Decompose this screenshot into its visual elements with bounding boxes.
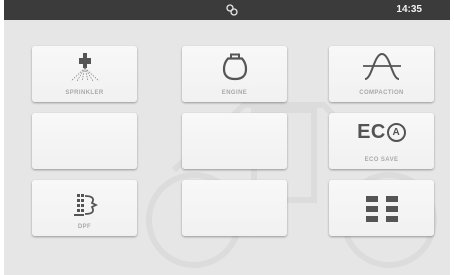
dpf-filter-icon [73, 194, 98, 216]
sprinkler-label: SPRINKLER [65, 90, 104, 96]
steering-link-icon [226, 4, 238, 16]
dpf-label: DPF [77, 224, 92, 230]
eco-logo: EC A [329, 121, 434, 144]
screen: 14:35 SPRINKLER ENGINE COMPACTION EC A E… [4, 0, 450, 275]
engine-button[interactable]: ENGINE [182, 46, 287, 102]
empty-slot-2[interactable] [182, 113, 287, 169]
eco-save-button[interactable]: EC A ECO SAVE [329, 113, 434, 169]
menu-button[interactable] [329, 180, 434, 236]
dpf-button[interactable]: DPF [32, 180, 137, 236]
compaction-button[interactable]: COMPACTION [329, 46, 434, 102]
grid-menu-icon [365, 196, 398, 222]
sprinkler-button[interactable]: SPRINKLER [32, 46, 137, 102]
eco-save-label: ECO SAVE [364, 157, 399, 163]
status-bar: 14:35 [4, 0, 450, 20]
clock: 14:35 [396, 4, 422, 15]
empty-slot-1[interactable] [32, 113, 137, 169]
compaction-label: COMPACTION [359, 90, 404, 96]
empty-slot-3[interactable] [182, 180, 287, 236]
sprinkler-icon [70, 53, 99, 82]
engine-label: ENGINE [221, 90, 248, 96]
compaction-wave-icon [362, 52, 401, 80]
eco-logo-text: EC [357, 121, 386, 143]
eco-logo-badge: A [386, 123, 406, 142]
engine-icon [222, 53, 247, 81]
